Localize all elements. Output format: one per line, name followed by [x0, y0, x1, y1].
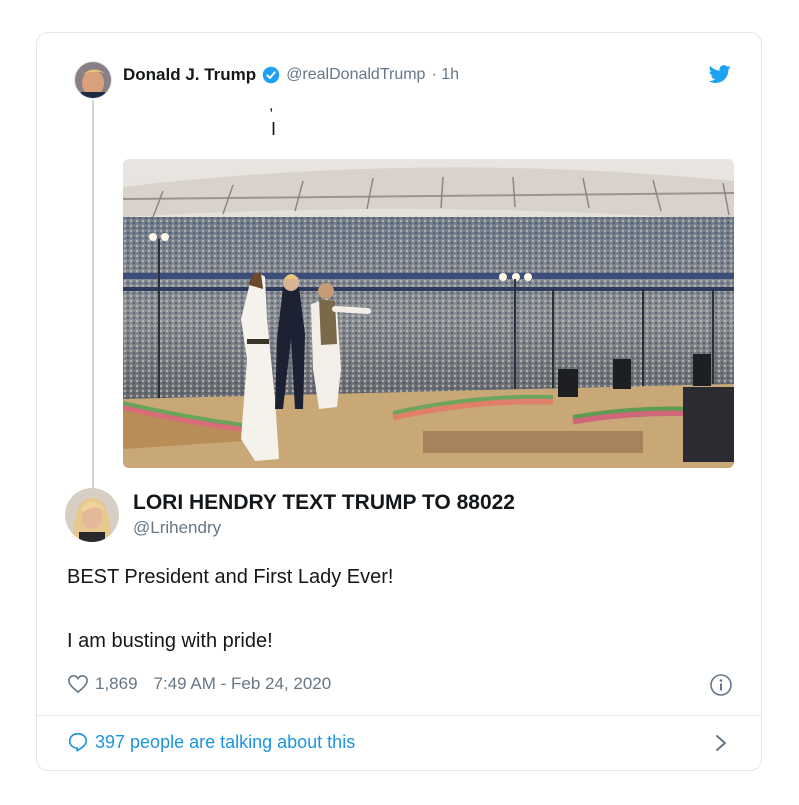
tweet-text-fragment: ,: [269, 97, 274, 114]
verified-badge-icon: [262, 66, 280, 84]
tweet-body-line: BEST President and First Lady Ever!: [67, 566, 394, 588]
chevron-right-icon[interactable]: [713, 732, 729, 754]
tweet-photo[interactable]: [123, 159, 734, 468]
author-handle[interactable]: @realDonaldTrump: [286, 66, 425, 84]
heart-icon[interactable]: [67, 674, 89, 694]
quoted-author-handle[interactable]: @Lrihendry: [133, 518, 221, 538]
info-icon[interactable]: [709, 673, 733, 697]
author-header: Donald J. Trump @realDonaldTrump · 1h: [123, 65, 459, 85]
footer-divider: [37, 715, 761, 716]
tweet-body-line: I am busting with pride!: [67, 630, 273, 652]
tweet-timestamp[interactable]: 7:49 AM - Feb 24, 2020: [154, 674, 332, 694]
tweet-meta-row: 1,869 7:49 AM - Feb 24, 2020: [67, 674, 331, 694]
reply-bubble-icon: [67, 731, 89, 753]
thread-connector-line: [92, 100, 94, 518]
author-avatar[interactable]: [74, 61, 112, 99]
tweet-text-fragment: I: [271, 119, 277, 139]
tweet-time-ago[interactable]: · 1h: [431, 66, 459, 84]
quoted-author-avatar[interactable]: [65, 488, 119, 542]
twitter-bird-icon[interactable]: [708, 63, 731, 85]
talking-count-label[interactable]: 397 people are talking about this: [95, 732, 355, 753]
like-count[interactable]: 1,869: [95, 674, 138, 694]
conversation-link[interactable]: 397 people are talking about this: [67, 731, 355, 753]
quoted-author-name[interactable]: LORI HENDRY TEXT TRUMP TO 88022: [133, 491, 515, 515]
author-name[interactable]: Donald J. Trump: [123, 65, 256, 85]
tweet-embed-card: Donald J. Trump @realDonaldTrump · 1h , …: [36, 32, 762, 771]
